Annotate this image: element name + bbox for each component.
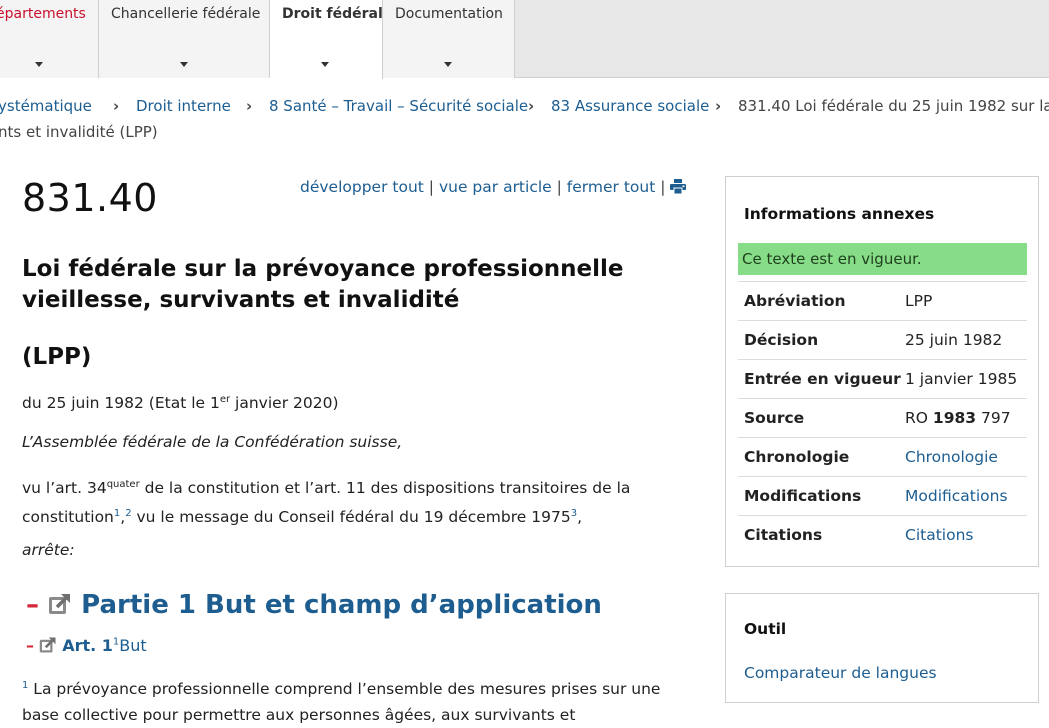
law-title-line-2: vieillesse, survivants et invalidité	[22, 287, 460, 313]
tab-documentation[interactable]: Documentation	[383, 0, 515, 78]
breadcrumb-item-sante-travail[interactable]: 8 Santé – Travail – Sécurité sociale	[269, 94, 528, 119]
chevron-down-icon	[444, 62, 452, 67]
external-link-icon[interactable]	[48, 592, 72, 623]
breadcrumb-separator: ›	[528, 97, 535, 115]
info-row-decision: Décision 25 juin 1982	[738, 320, 1027, 359]
law-title: Loi fédérale sur la prévoyance professio…	[22, 254, 702, 316]
tab-droit-federal[interactable]: Droit fédéral	[270, 0, 383, 79]
related-information-panel: Informations annexes Ce texte est en vig…	[725, 176, 1039, 567]
info-value: LPP	[905, 292, 933, 310]
tab-label: épartements	[0, 6, 86, 22]
breadcrumb-separator: ›	[715, 97, 722, 115]
source-prefix: RO	[905, 409, 933, 427]
rs-number: 831.40	[22, 176, 158, 220]
info-row-source: Source RO 1983 797	[738, 398, 1027, 437]
article-number: Art. 1	[62, 636, 113, 655]
info-panel-title: Informations annexes	[744, 205, 935, 223]
preamble-text: vu l’art. 34quater de la constitution et…	[22, 472, 682, 530]
preamble-part: vu l’art. 34	[22, 479, 107, 498]
chronologie-link[interactable]: Chronologie	[905, 438, 998, 476]
chevron-down-icon	[180, 62, 188, 67]
preamble-end: ,	[577, 508, 582, 527]
modifications-link[interactable]: Modifications	[905, 477, 1008, 515]
law-title-line-1: Loi fédérale sur la prévoyance professio…	[22, 256, 624, 282]
breadcrumb-separator: ›	[113, 97, 120, 115]
breadcrumb-current-continuation: nts et invalidité (LPP)	[0, 123, 158, 141]
info-row-abreviation: Abréviation LPP	[738, 281, 1027, 320]
breadcrumb-item-droit-interne[interactable]: Droit interne	[136, 94, 231, 119]
info-key: Source	[744, 409, 805, 427]
tab-chancellerie-federale[interactable]: Chancellerie fédérale	[99, 0, 270, 78]
article-title: But	[119, 636, 147, 655]
breadcrumb-current: 831.40 Loi fédérale du 25 juin 1982 sur …	[738, 97, 1049, 115]
info-key: Décision	[744, 331, 819, 349]
tool-panel: Outil Comparateur de langues	[725, 593, 1039, 703]
chevron-down-icon	[321, 62, 329, 67]
in-force-status: Ce texte est en vigueur.	[738, 243, 1027, 275]
info-key: Entrée en vigueur	[744, 370, 901, 388]
language-comparator-link[interactable]: Comparateur de langues	[744, 664, 937, 682]
law-date: du 25 juin 1982 (Etat le 1er janvier 202…	[22, 394, 339, 412]
info-value: 1 janvier 1985	[905, 370, 1018, 388]
info-row-citations: Citations Citations	[738, 515, 1027, 554]
info-value: 25 juin 1982	[905, 331, 1003, 349]
article-1-heading[interactable]: – Art. 11But	[26, 636, 147, 658]
info-row-modifications: Modifications Modifications	[738, 476, 1027, 515]
law-date-sup: er	[219, 394, 231, 405]
tool-panel-title: Outil	[744, 620, 787, 638]
collapse-icon[interactable]: –	[26, 636, 34, 655]
tool-separator: |	[660, 178, 666, 196]
paragraph-text: La prévoyance professionnelle comprend l…	[22, 680, 661, 725]
tab-departements[interactable]: épartements	[0, 0, 99, 78]
source-year: 1983	[932, 409, 977, 427]
info-row-chronologie: Chronologie Chronologie	[738, 437, 1027, 476]
info-key: Chronologie	[744, 448, 850, 466]
external-link-icon[interactable]	[39, 636, 57, 658]
info-key: Abréviation	[744, 292, 846, 310]
info-value: RO 1983 797	[905, 399, 1011, 437]
article-view-link[interactable]: vue par article	[439, 178, 552, 196]
info-key: Modifications	[744, 487, 862, 505]
print-icon[interactable]	[670, 179, 687, 198]
preamble-part: vu le message du Conseil fédéral du 19 d…	[131, 508, 571, 527]
tab-label: Droit fédéral	[282, 6, 383, 22]
tab-label: Chancellerie fédérale	[111, 6, 261, 22]
document-tools: développer tout | vue par article | ferm…	[300, 178, 687, 198]
part-1-heading[interactable]: – Partie 1 But et champ d’application	[26, 590, 602, 623]
tool-separator: |	[428, 178, 435, 196]
breadcrumb-item-assurance-sociale[interactable]: 83 Assurance sociale	[551, 94, 709, 119]
preamble-intro: L’Assemblée fédérale de la Confédération…	[22, 433, 403, 451]
arrete: arrête:	[22, 541, 75, 559]
law-date-prefix: du 25 juin 1982 (Etat le 1	[22, 394, 220, 413]
part-1-title: Partie 1 But et champ d’application	[81, 590, 602, 620]
close-all-link[interactable]: fermer tout	[567, 178, 656, 196]
breadcrumb-item-systematique[interactable]: ystématique	[0, 94, 92, 119]
article-1-paragraph-1: 1 La prévoyance professionnelle comprend…	[22, 673, 692, 728]
chevron-down-icon	[35, 62, 43, 67]
tab-label: Documentation	[395, 6, 503, 22]
preamble-sup: quater	[106, 479, 140, 490]
tool-separator: |	[556, 178, 562, 196]
collapse-icon[interactable]: –	[26, 590, 39, 620]
source-page: 797	[976, 409, 1011, 427]
top-navigation: épartements Chancellerie fédérale Droit …	[0, 0, 1049, 79]
citations-link[interactable]: Citations	[905, 516, 973, 554]
info-key: Citations	[744, 526, 823, 544]
info-row-entree-en-vigueur: Entrée en vigueur 1 janvier 1985	[738, 359, 1027, 398]
law-abbreviation: (LPP)	[22, 344, 92, 370]
expand-all-link[interactable]: développer tout	[300, 178, 424, 196]
breadcrumb-separator: ›	[246, 97, 253, 115]
law-date-suffix: janvier 2020)	[230, 394, 339, 413]
